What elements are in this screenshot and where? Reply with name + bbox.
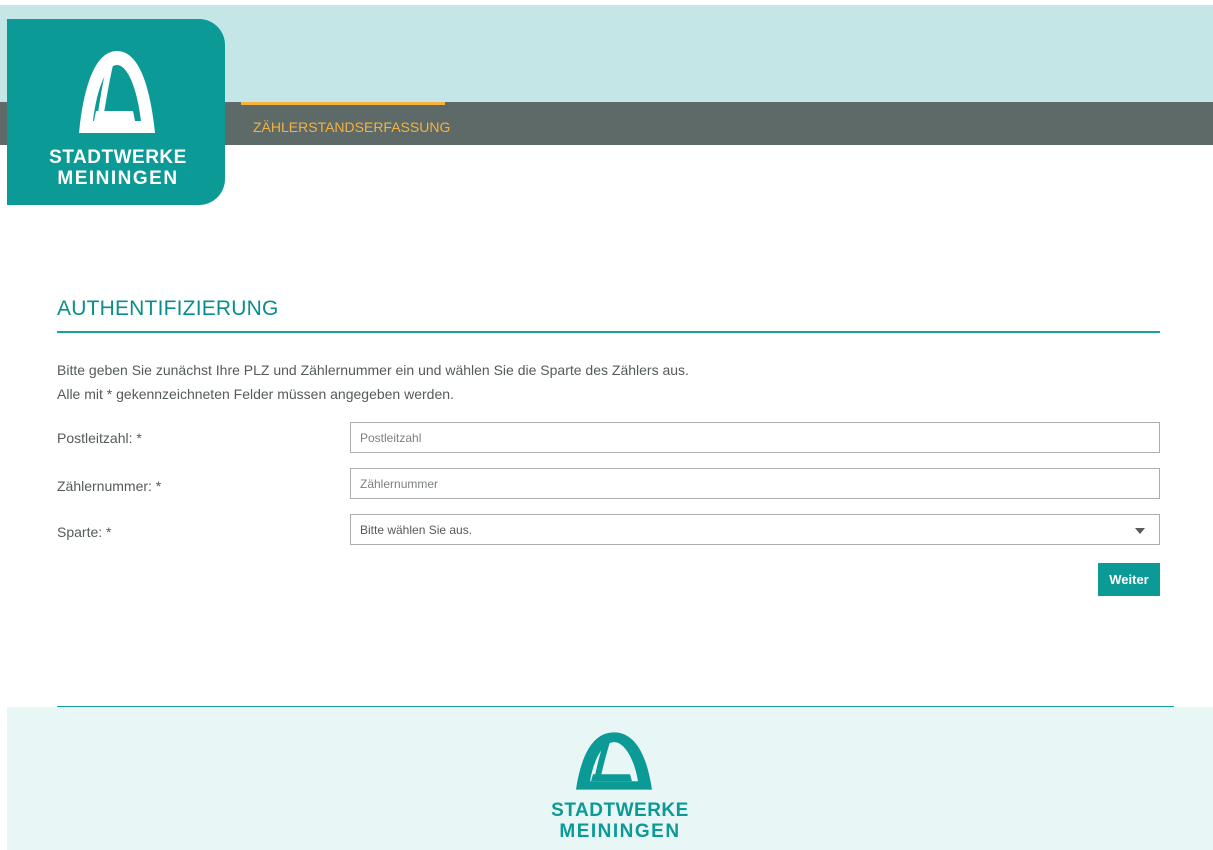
- intro-text-line2: Alle mit * gekennzeichneten Felder müsse…: [57, 386, 454, 402]
- zaehlernummer-input[interactable]: [350, 468, 1160, 499]
- caret-down-icon: [1135, 528, 1145, 534]
- brand-name-line2: MEININGEN: [57, 168, 179, 189]
- footer: STADTWERKE MEININGEN: [7, 707, 1213, 850]
- mountain-arch-icon: [576, 732, 652, 790]
- sparte-label: Sparte: *: [57, 524, 112, 540]
- title-divider: [57, 331, 1160, 333]
- weiter-button[interactable]: Weiter: [1098, 563, 1160, 596]
- sparte-selected-value: Bitte wählen Sie aus.: [360, 523, 473, 537]
- mountain-arch-icon: [79, 51, 155, 133]
- brand-logo[interactable]: STADTWERKE MEININGEN: [7, 19, 225, 205]
- sparte-select[interactable]: Bitte wählen Sie aus.: [350, 514, 1160, 545]
- footer-brand-line2: MEININGEN: [559, 821, 681, 842]
- plz-label: Postleitzahl: *: [57, 430, 142, 446]
- brand-name-line1: STADTWERKE: [49, 147, 187, 168]
- tab-zaehlerstandserfassung[interactable]: ZÄHLERSTANDSERFASSUNG: [241, 102, 450, 145]
- page-title: AUTHENTIFIZIERUNG: [57, 297, 279, 320]
- zaehlernummer-label: Zählernummer: *: [57, 478, 162, 494]
- plz-input[interactable]: [350, 422, 1160, 453]
- footer-brand-line1: STADTWERKE: [551, 800, 689, 821]
- intro-text-line1: Bitte geben Sie zunächst Ihre PLZ und Zä…: [57, 362, 689, 378]
- tab-label: ZÄHLERSTANDSERFASSUNG: [253, 119, 451, 135]
